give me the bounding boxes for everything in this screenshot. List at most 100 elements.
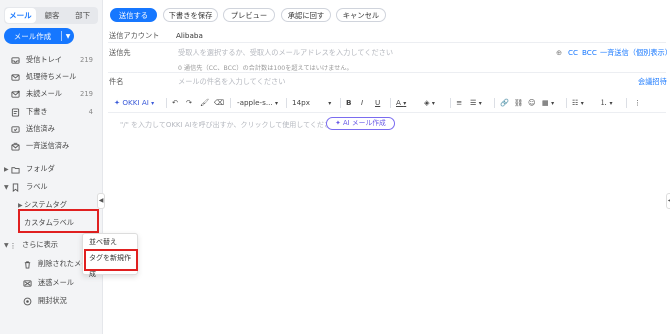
account-label: 送信アカウント [109,31,160,40]
compose-button[interactable]: メール作成 ▼ [4,28,74,44]
ai-compose-button[interactable]: ✦ AI メール作成 [326,117,395,130]
toolbar-divider [494,98,495,108]
editor-placeholder[interactable]: "/" を入力してOKKI AIを呼び出すか、クリックして使用してください [120,118,338,132]
app-root: メール 顧客 部下 メール作成 ▼ 受信トレイ 219 処理待ちメール 未読メー… [0,0,670,334]
sidebar-item-draft[interactable]: 下書き 4 [0,105,103,119]
trash-icon [22,259,32,269]
table-icon[interactable]: ▦ ▾ [542,97,554,109]
sidebar-group-label[interactable]: ▼ ラベル [0,180,103,194]
chevron-down-icon: ▼ [4,183,9,191]
cancel-button[interactable]: キャンセル [336,8,386,22]
pending-icon [10,72,20,82]
font-family-select[interactable]: -apple-s... ▾ [237,97,283,109]
tab-customer[interactable]: 顧客 [37,7,68,24]
bullet-list-icon[interactable]: ☷ ▾ [572,97,584,109]
undo-icon[interactable]: ↶ [172,97,178,109]
count-badge: 219 [80,56,93,64]
meeting-invite-link[interactable]: 会議招待 [638,77,667,87]
chevron-down-icon: ▾ [151,100,155,107]
sent-icon [10,124,20,134]
sidebar-item-label: 開封状況 [38,296,67,305]
redo-icon[interactable]: ↷ [186,97,192,109]
bulk-send-link[interactable]: 一斉送信（個別表示） [600,48,670,58]
align-icon[interactable]: ≡ [456,97,462,109]
sidebar-item-label: 迷惑メール [38,278,74,287]
underline-icon[interactable]: U [375,97,380,109]
bcc-link[interactable]: BCC [582,48,597,57]
approval-button[interactable]: 承認に回す [281,8,331,22]
clear-format-icon[interactable]: ⌫ [214,97,224,109]
toolbar-divider [230,98,231,108]
subject-label: 件名 [109,77,124,86]
sidebar-item-label: 送信済み [26,124,55,133]
sparkle-icon: ✦ [335,119,341,127]
tab-mail[interactable]: メール [5,8,36,23]
chevron-down-icon: ▾ [328,100,332,107]
sidebar-item-label: ラベル [26,182,48,191]
toolbar-divider [450,98,451,108]
unlink-icon[interactable]: ⛓ [514,97,523,109]
sidebar-item-label: 受信トレイ [26,55,62,64]
sidebar-item-label: さらに表示 [22,240,58,249]
sidebar-item-unread[interactable]: 未読メール 219 [0,87,103,101]
sidebar: メール 顧客 部下 メール作成 ▼ 受信トレイ 219 処理待ちメール 未読メー… [0,0,103,334]
divider [108,42,666,43]
unread-icon [10,89,20,99]
action-bar: 送信する 下書きを保存 プレビュー 承認に回す キャンセル [104,0,670,30]
count-badge: 219 [80,90,93,98]
format-painter-icon[interactable]: 🖌 [200,97,209,109]
font-size-select[interactable]: 14px ▾ [292,97,336,109]
highlight-color-icon[interactable]: ◈ ▾ [424,97,435,109]
divider [108,72,666,73]
subject-input[interactable]: メールの件名を入力してください [178,77,285,87]
spam-icon [22,278,32,288]
bookmark-icon [10,182,20,192]
sidebar-item-open-status[interactable]: 開封状況 [0,294,103,308]
draft-icon [10,107,20,117]
tab-subordinate[interactable]: 部下 [67,7,98,24]
sidebar-item-spam[interactable]: 迷惑メール [0,276,103,290]
sidebar-item-label: 下書き [26,107,48,116]
collapse-right-icon[interactable]: ◀ [666,193,670,209]
numbered-list-icon[interactable]: ⒈ ▾ [600,97,613,109]
okki-ai-label: OKKI AI [122,98,149,107]
add-circle-icon[interactable]: ⊕ [556,48,562,57]
link-icon[interactable]: 🔗 [500,97,509,109]
more-vertical-icon: ⋮ [9,240,17,250]
italic-icon[interactable]: I [361,97,363,109]
chevron-down-icon[interactable]: ▼ [62,33,74,40]
sidebar-group-folder[interactable]: ▶ フォルダ [0,162,103,176]
editor-toolbar: ✦ OKKI AI ▾ ↶ ↷ 🖌 ⌫ -apple-s... ▾ 14px ▾… [108,93,666,113]
recipient-label: 送信先 [109,48,131,57]
sidebar-item-sent[interactable]: 送信済み [0,122,103,136]
more-vertical-icon[interactable]: ⋮ [634,97,641,109]
send-button[interactable]: 送信する [110,8,157,22]
compose-panel: 送信する 下書きを保存 プレビュー 承認に回す キャンセル 送信アカウント Al… [104,0,670,334]
toolbar-divider [166,98,167,108]
recipient-note: 0 通信先（CC、BCC）の合計数は100を超えてはいけません。 [178,65,353,72]
open-status-icon [22,296,32,306]
sidebar-item-pending[interactable]: 処理待ちメール [0,70,103,84]
chevron-right-icon: ▶ [4,165,9,173]
chevron-down-icon: ▼ [4,241,9,249]
toolbar-divider [340,98,341,108]
font-family-value: -apple-s... [237,98,273,107]
toolbar-divider [286,98,287,108]
cc-link[interactable]: CC [568,48,578,57]
top-tabs: メール 顧客 部下 [4,7,98,24]
emoji-icon[interactable]: ☺ [528,97,536,109]
bold-icon[interactable]: B [346,97,351,109]
toolbar-divider [390,98,391,108]
sidebar-item-inbox[interactable]: 受信トレイ 219 [0,53,103,67]
sidebar-item-label: 削除されたメー [38,259,89,268]
font-color-icon[interactable]: A ▾ [396,97,406,109]
line-height-icon[interactable]: ☰ ▾ [470,97,482,109]
okki-ai-button[interactable]: ✦ OKKI AI ▾ [114,97,154,109]
sidebar-item-label: 一斉送信済み [26,141,70,150]
save-draft-button[interactable]: 下書きを保存 [163,8,218,22]
preview-button[interactable]: プレビュー [223,8,275,22]
account-value[interactable]: Alibaba [176,31,203,40]
highlight-custom-label [18,209,99,233]
sidebar-item-bulk-sent[interactable]: 一斉送信済み [0,139,103,153]
recipient-input[interactable]: 受取人を選択するか、受取人のメールアドレスを入力してください [178,48,393,58]
